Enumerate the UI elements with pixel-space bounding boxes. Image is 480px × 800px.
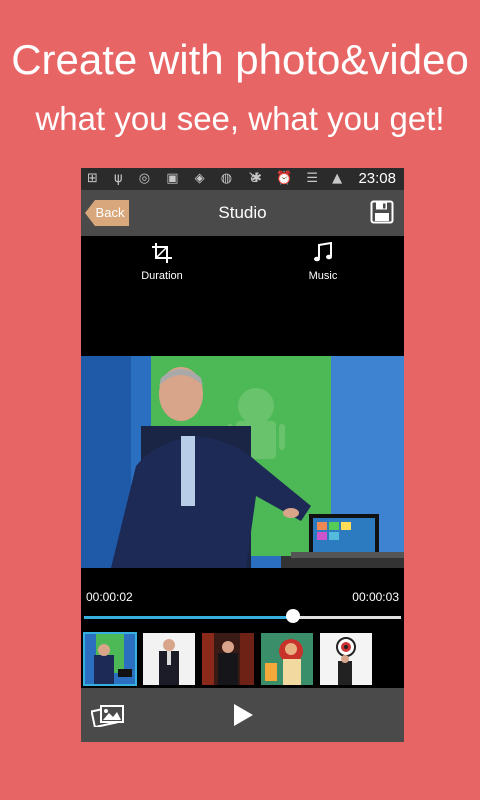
clip-strip: [81, 630, 404, 688]
clip-thumbnail[interactable]: [143, 633, 195, 685]
music-label: Music: [308, 270, 338, 282]
status-bar: ⊞ ψ ◎ ▣ ◈ ◍ ♉ ✱ ⏰ ☰ ▲ 23:08: [81, 168, 404, 190]
gallery-icon[interactable]: [91, 703, 125, 727]
save-icon[interactable]: [370, 200, 394, 224]
notification-icons: ⊞ ψ ◎ ▣ ◈ ◍ ♉: [87, 171, 266, 186]
play-icon[interactable]: [231, 703, 255, 727]
crop-icon: [152, 243, 172, 263]
clip-thumbnail[interactable]: [261, 633, 313, 685]
clip-thumbnail[interactable]: [320, 633, 372, 685]
phone-screen: ⊞ ψ ◎ ▣ ◈ ◍ ♉ ✱ ⏰ ☰ ▲ 23:08 Back Studio …: [81, 168, 404, 742]
seek-bar[interactable]: [84, 616, 401, 619]
video-frame-image: [81, 356, 404, 568]
tools-panel: Duration Music: [81, 236, 404, 356]
page-title: Studio: [218, 203, 267, 222]
app-header: Back Studio: [81, 190, 404, 236]
current-time: 00:00:02: [86, 590, 133, 604]
duration-tool[interactable]: Duration: [117, 242, 207, 282]
status-clock: 23:08: [358, 170, 396, 187]
music-note-icon: [314, 242, 332, 262]
seek-knob[interactable]: [286, 609, 300, 623]
promo-headline: Create with photo&video: [11, 36, 469, 83]
clip-thumbnail[interactable]: [83, 632, 137, 686]
bottom-toolbar: [81, 688, 404, 742]
clip-thumbnail[interactable]: [202, 633, 254, 685]
promo-subheadline: what you see, what you get!: [35, 100, 445, 137]
video-preview[interactable]: [81, 356, 404, 568]
music-tool[interactable]: Music: [278, 242, 368, 282]
total-time: 00:00:03: [352, 590, 399, 604]
system-icons: ✱ ⏰ ☰ ▲: [251, 171, 348, 186]
seek-bar-progress: [84, 616, 293, 619]
duration-label: Duration: [141, 270, 183, 282]
